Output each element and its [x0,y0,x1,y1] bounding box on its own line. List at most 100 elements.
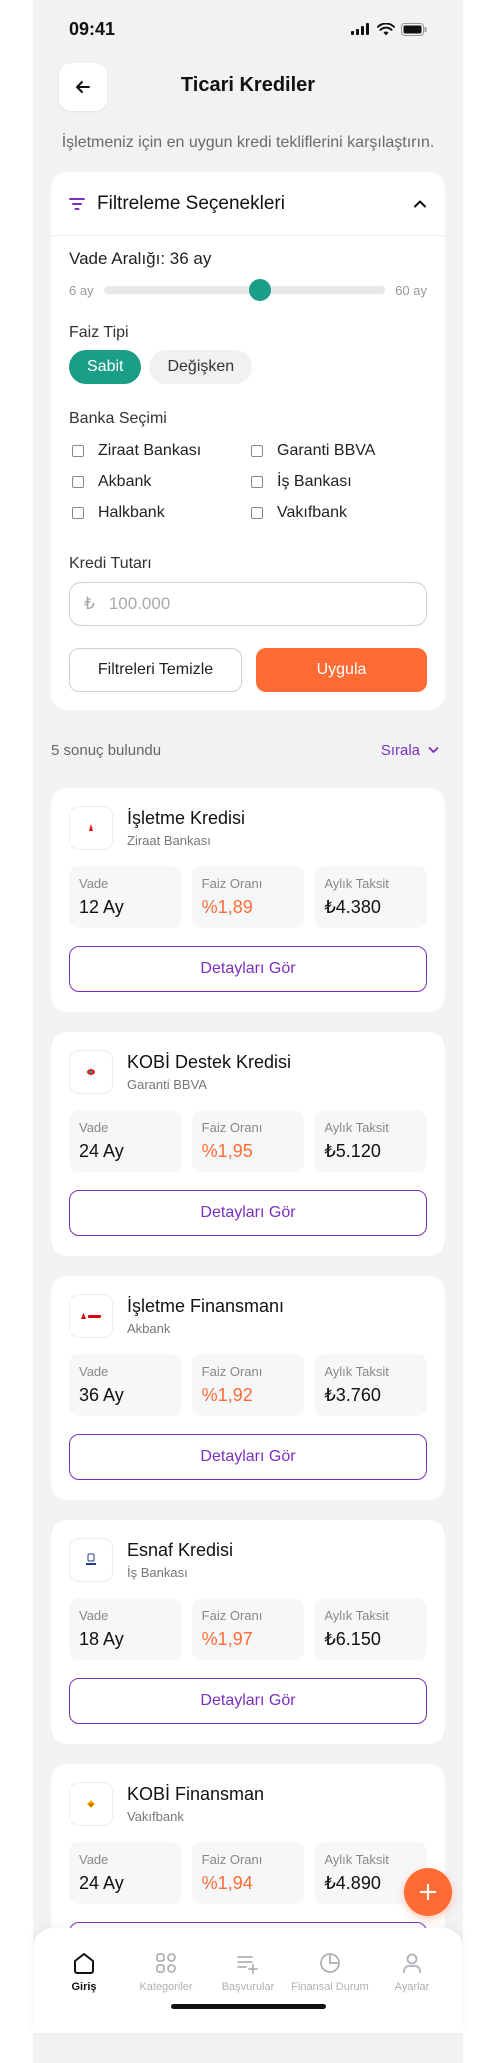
bank-logo [69,1294,113,1338]
stat-value: %1,95 [201,1141,253,1161]
bank-option-label: Garanti BBVA [277,441,376,459]
interest-type-chips: Sabit Değişken [69,350,427,384]
apply-button[interactable]: Uygula [256,648,427,692]
sort-label: Sırala [380,741,420,759]
bank-option[interactable]: Vakıfbank [248,502,427,523]
stat-value: ₺4.380 [324,897,381,917]
stat-term: Vade 36 Ay [69,1354,182,1416]
stat-value: 24 Ay [79,1873,124,1893]
bank-option-label: Ziraat Bankası [98,441,202,459]
loan-list: İşletme Kredisi Ziraat Bankası Vade 12 Ay… [33,788,463,1988]
stat-label: Aylık Taksit [324,1120,389,1135]
stat-value: %1,94 [201,1873,253,1893]
loan-card: İşletme Kredisi Ziraat Bankası Vade 12 Ay… [51,788,445,1012]
stat-label: Vade [79,1608,109,1623]
nav-item-home[interactable]: Giriş [45,1950,123,1993]
stat-value: ₺6.150 [324,1629,381,1649]
checkbox[interactable] [251,475,263,488]
chevron-up-icon[interactable] [413,199,427,209]
checkbox[interactable] [72,475,84,488]
stat-value: 24 Ay [79,1141,124,1161]
loan-name: İşletme Finansmanı [127,1296,285,1316]
interest-type-label: Faiz Tipi [69,324,129,341]
stat-value: ₺5.120 [324,1141,381,1161]
details-button[interactable]: Detayları Gör [69,1434,427,1480]
stat-term: Vade 24 Ay [69,1110,182,1172]
checkbox[interactable] [72,444,84,457]
results-count: 5 sonuç bulundu [51,741,162,759]
bank-logo [69,1782,113,1826]
nav-item-settings[interactable]: Ayarlar [373,1950,451,1993]
checkbox[interactable] [251,444,263,457]
chip-degisken[interactable]: Değişken [149,350,253,384]
checkbox[interactable] [72,506,84,519]
filter-panel-header[interactable]: Filtreleme Seçenekleri [51,172,445,236]
status-time: 09:41 [69,18,116,39]
stat-label: Faiz Oranı [201,1364,263,1379]
plus-icon [419,1883,437,1901]
loan-card: Esnaf Kredisi İş Bankası Vade 18 Ay Faiz … [51,1520,445,1744]
signal-icon [351,23,369,35]
applications-icon [237,1956,258,1974]
loan-amount-input[interactable] [108,594,372,614]
nav-label: Giriş [71,1981,97,1993]
wifi-icon [377,22,395,35]
page-subtitle: İşletmeniz için en uygun kredi teklifler… [61,134,435,151]
details-button[interactable]: Detayları Gör [69,1190,427,1236]
nav-item-categories[interactable]: Kategoriler [127,1950,205,1993]
chip-sabit[interactable]: Sabit [69,350,142,384]
loan-name: KOBİ Finansman [127,1784,265,1804]
slider-thumb[interactable] [249,279,272,301]
stat-installment: Aylık Taksit ₺3.760 [314,1354,428,1416]
bank-option-label: İş Bankası [277,472,352,490]
loan-bank-name: Garanti BBVA [127,1077,207,1092]
stat-value: %1,89 [201,897,253,917]
stat-label: Aylık Taksit [324,1608,389,1623]
stat-rate: Faiz Oranı %1,94 [191,1842,305,1904]
clear-filters-button[interactable]: Filtreleri Temizle [69,648,242,692]
stat-label: Vade [79,1364,109,1379]
add-button[interactable] [404,1868,452,1916]
stat-label: Aylık Taksit [324,876,389,891]
stat-label: Faiz Oranı [201,1852,263,1867]
bank-option[interactable]: Akbank [69,471,248,492]
term-slider[interactable]: 6 ay 60 ay [69,278,427,302]
loan-stats: Vade 24 Ay Faiz Oranı %1,94 Aylık Taksit ₺4… [69,1842,428,1904]
slider-min-label: 6 ay [69,282,94,298]
stat-installment: Aylık Taksit ₺6.150 [314,1598,428,1660]
loan-amount-field[interactable]: ₺ [69,582,427,626]
bank-logo [69,1538,113,1582]
page-title: Ticari Krediler [180,74,316,96]
garanti-logo-icon [87,1069,95,1075]
battery-icon [401,22,427,36]
filter-panel: Filtreleme Seçenekleri Vade Aralığı: 36 … [51,172,445,710]
sort-button[interactable]: Sırala [381,742,439,759]
bank-option[interactable]: Garanti BBVA [248,440,427,461]
details-button[interactable]: Detayları Gör [69,1678,427,1724]
checkbox[interactable] [251,506,263,519]
filter-icon [69,197,85,210]
slider-track[interactable] [103,279,386,301]
loan-amount-label: Kredi Tutarı [69,555,152,572]
loan-bank-name: Akbank [127,1321,171,1336]
nav-item-applications[interactable]: Başvurular [209,1950,287,1993]
stat-installment: Aylık Taksit ₺4.380 [314,866,428,928]
stat-rate: Faiz Oranı %1,92 [191,1354,305,1416]
nav-item-financial-status[interactable]: Finansal Durum [291,1950,369,1993]
loan-bank-name: Vakıfbank [127,1809,184,1824]
loan-name: İşletme Kredisi [127,808,246,828]
details-button[interactable]: Detayları Gör [69,946,427,992]
stat-value: ₺3.760 [324,1385,381,1405]
user-icon [403,1953,421,1973]
loan-card: İşletme Finansmanı Akbank Vade 36 Ay Faiz… [51,1276,445,1500]
loan-bank-name: Ziraat Bankası [127,833,211,848]
bank-option[interactable]: Ziraat Bankası [69,440,248,461]
bank-option[interactable]: İş Bankası [248,471,427,492]
loan-name: Esnaf Kredisi [127,1540,234,1560]
status-bar: 09:41 [33,0,463,58]
bank-selection-label: Banka Seçimi [69,410,167,427]
pie-chart-icon [320,1953,340,1973]
stat-value: 18 Ay [79,1629,124,1649]
bank-option[interactable]: Halkbank [69,502,248,523]
isbank-logo-icon [86,1553,96,1565]
